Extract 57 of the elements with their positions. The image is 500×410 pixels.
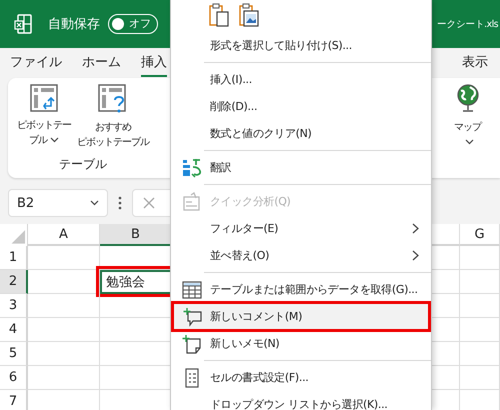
globe-icon [456,84,480,114]
menu-item[interactable]: 挿入(I)... [171,66,431,93]
name-box[interactable]: B2 [8,189,108,217]
menu-item[interactable]: 並べ替え(O) [171,242,431,269]
ribbon-button[interactable]: ピボットテー ブル [16,84,72,150]
column-header[interactable]: G [460,224,500,246]
row-header[interactable]: 6 [0,366,28,390]
table-cell[interactable] [460,294,500,318]
menu-item[interactable]: 形式を選択して貼り付け(S)... [171,32,431,59]
menu-item[interactable]: 新しいメモ(N) [171,330,431,357]
table-cell[interactable] [28,246,100,270]
menu-item[interactable]: 翻訳 [171,154,431,181]
table-cell[interactable] [460,270,500,294]
table-question-icon [98,84,128,114]
table-cell[interactable] [460,366,500,390]
row-header[interactable]: 2 [0,270,28,294]
ribbon-button[interactable]: おすすめ ピボットテーブル [76,84,150,150]
table-cell[interactable] [460,318,500,342]
close-icon [143,197,155,209]
ribbon-tab[interactable]: ファイル [10,49,62,77]
translate-icon [182,158,202,178]
row-header[interactable]: 5 [0,342,28,366]
row-header[interactable]: 3 [0,294,28,318]
comment-add-icon [183,306,203,326]
autosave-toggle[interactable]: オフ [108,14,158,34]
menu-item[interactable]: ドロップダウン リストから選択(K)... [171,391,431,410]
table-cell[interactable] [28,318,100,342]
note-add-icon [182,334,202,354]
autosave-label: 自動保存 [48,16,100,33]
chart-table-icon [182,192,202,212]
chevron-down-icon [90,200,99,206]
column-header[interactable]: B [100,224,172,246]
ribbon-tab[interactable]: ホーム [82,49,121,77]
menu-item[interactable]: 新しいコメント(M) [171,301,431,332]
menu-item[interactable]: フィルター(E) [171,215,431,242]
group-label: テーブル [59,156,107,173]
paste-option[interactable] [238,2,260,28]
table-cell[interactable] [460,246,500,270]
list-icon [184,368,200,388]
paste-option[interactable] [208,2,230,28]
spreadsheet-icon [14,14,32,34]
row-header[interactable]: 7 [0,390,28,410]
table-cell[interactable] [28,270,100,294]
table-cell[interactable] [28,342,100,366]
table-cell[interactable] [460,342,500,366]
row-header[interactable]: 4 [0,318,28,342]
menu-item[interactable]: テーブルまたは範囲からデータを取得(G)... [171,276,431,303]
file-title: ークシート.xls [437,18,498,30]
more-icon [118,196,122,210]
ribbon-tab[interactable]: 表示 [462,49,488,77]
menu-item[interactable]: 削除(D)... [171,93,431,120]
table-icon [182,280,202,298]
table-cell[interactable] [28,294,100,318]
table-cell[interactable] [28,366,100,390]
ribbon-button[interactable]: マップ [453,84,482,150]
menu-item[interactable]: セルの書式設定(F)... [171,364,431,391]
menu-item[interactable]: 数式と値のクリア(N) [171,120,431,147]
